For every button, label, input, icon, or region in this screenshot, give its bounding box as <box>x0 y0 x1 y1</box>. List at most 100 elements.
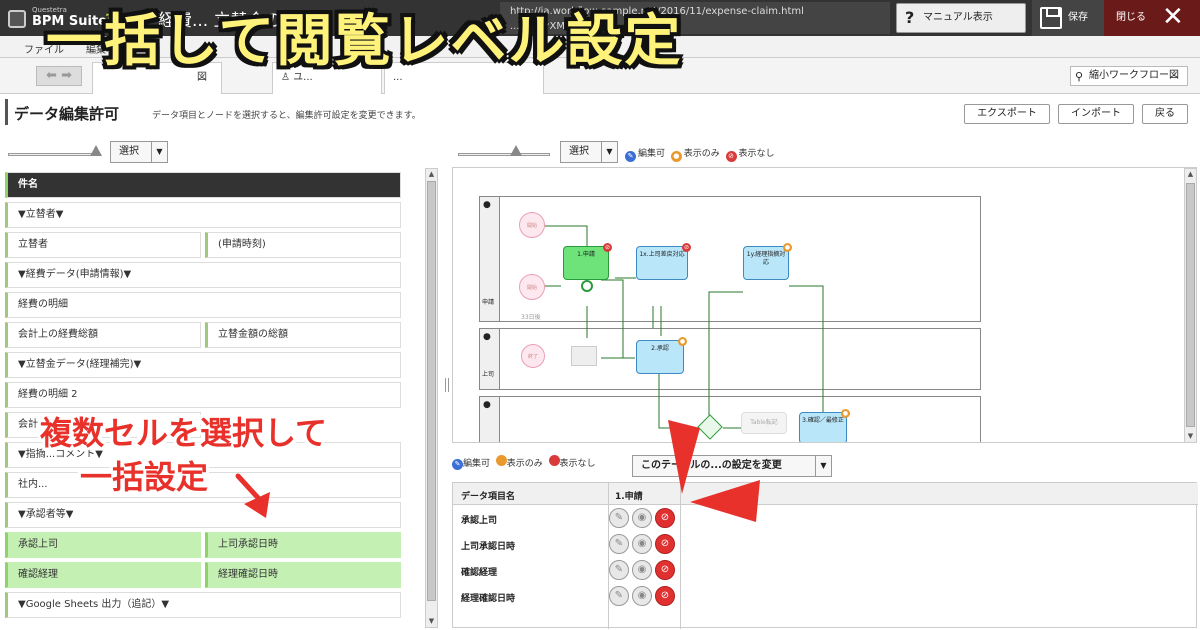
scroll-down-icon[interactable]: ▼ <box>426 616 437 627</box>
scroll-up-icon[interactable]: ▲ <box>1185 169 1196 180</box>
node-apply[interactable]: 1.申請 ⊘ <box>563 243 612 280</box>
scroll-down-icon[interactable]: ▼ <box>1185 431 1196 442</box>
list-item[interactable]: 承認上司 <box>5 532 201 558</box>
list-item[interactable]: ▼経費データ(申請情報)▼ <box>5 262 401 288</box>
start-event[interactable]: 開始 <box>519 274 545 300</box>
scroll-thumb[interactable] <box>427 181 436 601</box>
pencil-icon[interactable]: ✎ <box>609 508 629 528</box>
select-label: 選択 <box>119 146 139 157</box>
callout-line2: 一括設定 <box>80 458 209 496</box>
list-item[interactable]: 件名 <box>5 172 401 198</box>
mini-workflow-label: 縮小ワークフロー図 <box>1089 70 1179 81</box>
eye-off-icon[interactable]: ⊘ <box>655 560 675 580</box>
close-icon: ✕ <box>1162 2 1184 32</box>
arrow-pointer-icon <box>668 420 760 522</box>
chevron-down-icon[interactable]: ▼ <box>151 142 167 162</box>
list-item[interactable]: 上司承認日時 <box>205 532 401 558</box>
node-label: 1.申請 <box>577 251 595 258</box>
save-button[interactable]: 保存 <box>1032 0 1104 36</box>
pencil-icon[interactable]: ✎ <box>609 560 629 580</box>
scroll-up-icon[interactable]: ▲ <box>426 169 437 180</box>
grid-row-label: 承認上司 <box>461 516 498 526</box>
manual-button[interactable]: ? マニュアル表示 <box>896 3 1026 33</box>
eye-icon <box>495 455 507 466</box>
zoom-icon: ⚲ <box>1075 70 1084 83</box>
right-select-button[interactable]: 選択 ▼ <box>560 141 618 163</box>
save-label: 保存 <box>1068 12 1088 23</box>
data-item-list: 件名 ▼立替者▼ 立替者 (申請時刻) ▼経費データ(申請情報)▼ 経費の明細 … <box>5 172 401 628</box>
eye-icon[interactable]: ◉ <box>632 560 652 580</box>
legend-bottom: ✎ 編集可 表示のみ 表示なし <box>452 455 596 470</box>
node-label: 1y.経理指摘対応 <box>746 251 786 266</box>
timer-icon <box>581 280 593 292</box>
list-item[interactable]: 確認経理 <box>5 562 201 588</box>
close-button[interactable]: 閉じる ✕ <box>1104 0 1200 36</box>
callout-line1: 複数セルを選択して <box>40 414 328 452</box>
list-item[interactable]: 立替金額の総額 <box>205 322 401 348</box>
flow-line <box>601 279 635 359</box>
grid-col-header: データ項目名 <box>461 492 516 502</box>
list-item[interactable]: 経費の明細 2 <box>5 382 401 408</box>
grid-row-label: 上司承認日時 <box>461 542 516 552</box>
legend-view-only: 表示のみ <box>683 149 720 159</box>
heading-mark <box>5 99 8 125</box>
list-item[interactable]: ▼立替金データ(経理補完)▼ <box>5 352 401 378</box>
select-label: 選択 <box>569 146 589 157</box>
mini-workflow-button[interactable]: ⚲ 縮小ワークフロー図 <box>1070 66 1188 86</box>
slider-track <box>458 153 550 156</box>
eye-icon: ● <box>678 337 687 346</box>
legend-view-only: 表示のみ <box>506 459 543 469</box>
node-approve[interactable]: 2.承認 ● <box>636 337 687 374</box>
eye-icon[interactable]: ◉ <box>632 508 652 528</box>
timer-label: 33日後 <box>521 314 541 321</box>
chevron-down-icon[interactable]: ▼ <box>815 456 831 476</box>
flow-line <box>543 225 588 246</box>
scroll-thumb[interactable] <box>1186 183 1195 427</box>
list-item[interactable]: ▼承認者等▼ <box>5 502 401 528</box>
left-zoom-slider[interactable] <box>8 141 102 161</box>
list-item[interactable]: 立替者 <box>5 232 201 258</box>
flow-line <box>708 291 743 416</box>
chevron-down-icon[interactable]: ▼ <box>601 142 617 162</box>
flow-arrows <box>543 225 824 429</box>
legend-top: ✎ 編集可 ● 表示のみ ⊘ 表示なし <box>625 146 775 162</box>
page-description: データ項目とノードを選択すると、編集許可設定を変更できます。 <box>152 111 421 121</box>
node-confirm[interactable]: 3.確認／最修正 ● <box>799 409 850 442</box>
list-item[interactable]: 会計上の経費総額 <box>5 322 201 348</box>
list-item[interactable]: 経費の明細 <box>5 292 401 318</box>
export-button[interactable]: エクスポート <box>964 104 1050 124</box>
import-button[interactable]: インポート <box>1058 104 1134 124</box>
node-1x[interactable]: 1x.上司差戻対応 ⊘ <box>636 243 691 280</box>
eye-off-icon[interactable]: ⊘ <box>655 534 675 554</box>
list-item[interactable]: ▼立替者▼ <box>5 202 401 228</box>
eye-icon[interactable]: ◉ <box>632 534 652 554</box>
flow-line <box>789 285 824 416</box>
slider-thumb[interactable] <box>510 145 522 156</box>
grid-node-header[interactable]: 1.申請 <box>615 489 643 502</box>
start-event[interactable]: 開始 <box>519 212 545 238</box>
eye-off-icon: ⊘ <box>725 151 737 162</box>
close-label: 閉じる <box>1116 12 1146 23</box>
splitter-handle[interactable] <box>445 378 449 392</box>
diagram-scrollbar[interactable]: ▲ ▼ <box>1184 168 1197 443</box>
workflow-diagram: ● 申請 ● 上司 ● 開始 開始 1.申請 ⊘ 33日後 1x.上司差戻対応 ⊘ <box>452 167 1197 443</box>
eye-icon[interactable]: ◉ <box>632 586 652 606</box>
manual-label: マニュアル表示 <box>923 12 993 23</box>
eye-off-icon[interactable]: ⊘ <box>655 586 675 606</box>
end-event[interactable]: 終了 <box>521 344 545 368</box>
slider-thumb[interactable] <box>90 145 102 156</box>
list-item[interactable]: (申請時刻) <box>205 232 401 258</box>
pencil-icon[interactable]: ✎ <box>609 586 629 606</box>
pencil-icon[interactable]: ✎ <box>609 534 629 554</box>
left-select-button[interactable]: 選択 ▼ <box>110 141 168 163</box>
list-item[interactable]: ▼Google Sheets 出力（追記）▼ <box>5 592 401 618</box>
headline-overlay: 一括して閲覧レベル設定 <box>46 9 683 74</box>
back-button[interactable]: 戻る <box>1142 104 1188 124</box>
eye-icon: ● <box>670 151 682 162</box>
right-zoom-slider[interactable] <box>458 141 550 161</box>
list-item[interactable]: 経理確認日時 <box>205 562 401 588</box>
left-scrollbar[interactable]: ▲ ▼ <box>425 168 438 628</box>
pencil-icon: ✎ <box>625 151 636 162</box>
node-1y[interactable]: 1y.経理指摘対応 ● <box>743 243 792 280</box>
logo-icon <box>8 10 26 28</box>
